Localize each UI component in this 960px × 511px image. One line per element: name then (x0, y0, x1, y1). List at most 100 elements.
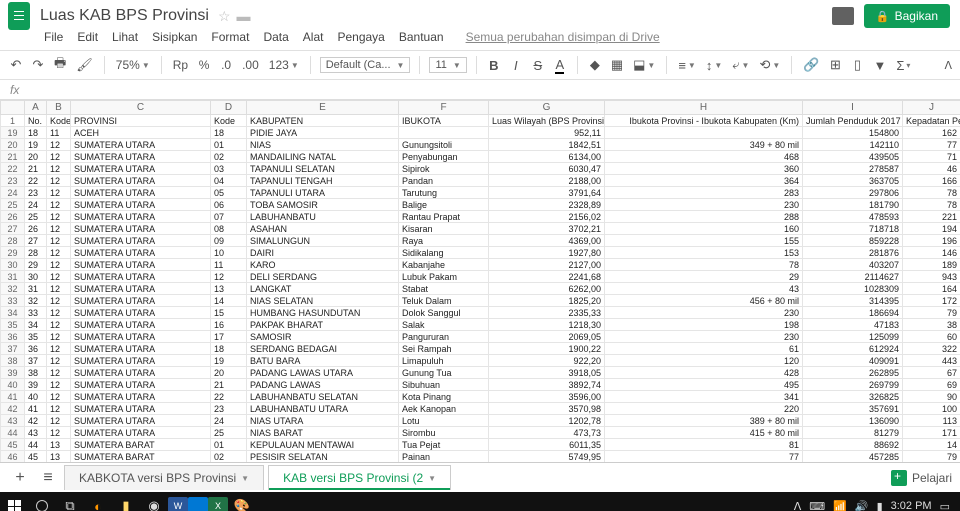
row-header[interactable]: 29 (1, 247, 25, 259)
firefox-icon[interactable]: ◐ (84, 492, 112, 511)
sheet-tab-2[interactable]: KAB versi BPS Provinsi (2▼ (268, 465, 451, 490)
cell[interactable]: 2335,33 (489, 307, 605, 319)
cell[interactable]: Kisaran (399, 223, 489, 235)
cell[interactable]: 45 (25, 451, 47, 463)
row-header[interactable]: 42 (1, 403, 25, 415)
cell[interactable]: 11 (211, 259, 247, 271)
cell[interactable]: LABUHANBATU SELATAN (247, 391, 399, 403)
comment-button[interactable]: ⊞ (827, 55, 843, 75)
cell[interactable]: PESISIR SELATAN (247, 451, 399, 463)
cell[interactable]: SUMATERA UTARA (71, 187, 211, 199)
cell[interactable]: 12 (47, 307, 71, 319)
cell[interactable]: SUMATERA UTARA (71, 163, 211, 175)
cell[interactable]: 341 (605, 391, 803, 403)
cell[interactable]: 81 (605, 439, 803, 451)
cell[interactable]: 04 (211, 175, 247, 187)
format-currency[interactable]: Rp (171, 55, 190, 75)
row-header[interactable]: 44 (1, 427, 25, 439)
cell[interactable]: SUMATERA UTARA (71, 295, 211, 307)
cell[interactable]: 142110 (803, 139, 903, 151)
v-align[interactable]: ↕▼ (704, 55, 724, 75)
cell[interactable]: 2156,02 (489, 211, 605, 223)
row-header[interactable]: 19 (1, 127, 25, 139)
cell[interactable]: 155 (605, 235, 803, 247)
cell[interactable]: SUMATERA UTARA (71, 403, 211, 415)
print-button[interactable]: 🖶 (52, 55, 68, 75)
cell[interactable]: 12 (47, 319, 71, 331)
cell[interactable]: Pangururan (399, 331, 489, 343)
cell[interactable]: Lotu (399, 415, 489, 427)
menu-help[interactable]: Bantuan (399, 30, 444, 44)
cell[interactable]: NIAS SELATAN (247, 295, 399, 307)
menu-addons[interactable]: Pengaya (337, 30, 384, 44)
cell[interactable]: 61 (605, 343, 803, 355)
add-sheet-button[interactable]: + (8, 466, 32, 490)
row-header[interactable]: 25 (1, 199, 25, 211)
cell[interactable]: 60 (903, 331, 960, 343)
cell[interactable]: 3918,05 (489, 367, 605, 379)
cell[interactable]: 20 (211, 367, 247, 379)
cell[interactable]: 1842,51 (489, 139, 605, 151)
cell[interactable]: 3702,21 (489, 223, 605, 235)
cell[interactable]: 473,73 (489, 427, 605, 439)
text-wrap[interactable]: ⤶▼ (730, 55, 751, 75)
col-A[interactable]: A (25, 101, 47, 115)
zoom-select[interactable]: 75%▼ (114, 55, 152, 75)
cell[interactable]: 09 (211, 235, 247, 247)
filter-button[interactable]: ▼ (871, 55, 888, 75)
cell[interactable]: 08 (211, 223, 247, 235)
cell[interactable]: SUMATERA UTARA (71, 199, 211, 211)
cell[interactable]: 12 (47, 283, 71, 295)
cell[interactable]: Raya (399, 235, 489, 247)
row-header[interactable]: 1 (1, 115, 25, 127)
cell[interactable]: 67 (903, 367, 960, 379)
save-status[interactable]: Semua perubahan disimpan di Drive (466, 30, 660, 44)
cell[interactable]: 12 (47, 247, 71, 259)
cell[interactable]: 2114627 (803, 271, 903, 283)
cell[interactable]: 269799 (803, 379, 903, 391)
cell[interactable]: 196 (903, 235, 960, 247)
cell[interactable]: 12 (47, 163, 71, 175)
cell[interactable]: 468 (605, 151, 803, 163)
cell[interactable]: 13 (211, 283, 247, 295)
excel-icon[interactable]: X (208, 497, 228, 511)
cell[interactable]: 90 (903, 391, 960, 403)
cell[interactable]: SUMATERA UTARA (71, 319, 211, 331)
cell[interactable]: 21 (25, 163, 47, 175)
cell[interactable]: 3596,00 (489, 391, 605, 403)
cell[interactable]: 24 (211, 415, 247, 427)
text-color[interactable]: A (552, 55, 568, 75)
cell[interactable]: SUMATERA UTARA (71, 331, 211, 343)
cell[interactable]: SUMATERA UTARA (71, 175, 211, 187)
cell[interactable]: 18 (211, 127, 247, 139)
row-header[interactable]: 31 (1, 271, 25, 283)
cell[interactable]: 15 (211, 307, 247, 319)
cell[interactable]: 07 (211, 211, 247, 223)
cell[interactable]: 1202,78 (489, 415, 605, 427)
cell[interactable]: Tarutung (399, 187, 489, 199)
tray-keyboard-icon[interactable]: ⌨ (809, 500, 825, 511)
cell[interactable]: 12 (47, 343, 71, 355)
share-button[interactable]: 🔒 Bagikan (864, 4, 950, 28)
cell[interactable]: 22 (25, 175, 47, 187)
format-percent[interactable]: % (196, 55, 212, 75)
cell[interactable]: TAPANULI SELATAN (247, 163, 399, 175)
menu-edit[interactable]: Edit (77, 30, 98, 44)
cell[interactable]: Lubuk Pakam (399, 271, 489, 283)
cell[interactable]: DELI SERDANG (247, 271, 399, 283)
cell[interactable]: Rantau Prapat (399, 211, 489, 223)
cell[interactable] (605, 127, 803, 139)
cell[interactable]: Kepadatan Penduduk (903, 115, 960, 127)
cell[interactable]: SUMATERA UTARA (71, 211, 211, 223)
cell[interactable]: 364 (605, 175, 803, 187)
cell[interactable]: 922,20 (489, 355, 605, 367)
cell[interactable]: SIMALUNGUN (247, 235, 399, 247)
cell[interactable]: SUMATERA UTARA (71, 139, 211, 151)
cell[interactable]: 478593 (803, 211, 903, 223)
h-align[interactable]: ≡▼ (676, 55, 698, 75)
paint-icon[interactable]: 🎨 (228, 492, 256, 511)
cell[interactable]: Kota Pinang (399, 391, 489, 403)
cell[interactable]: 27 (25, 235, 47, 247)
cell[interactable]: 30 (25, 271, 47, 283)
sheet-tab-1[interactable]: KABKOTA versi BPS Provinsi▼ (64, 465, 264, 490)
